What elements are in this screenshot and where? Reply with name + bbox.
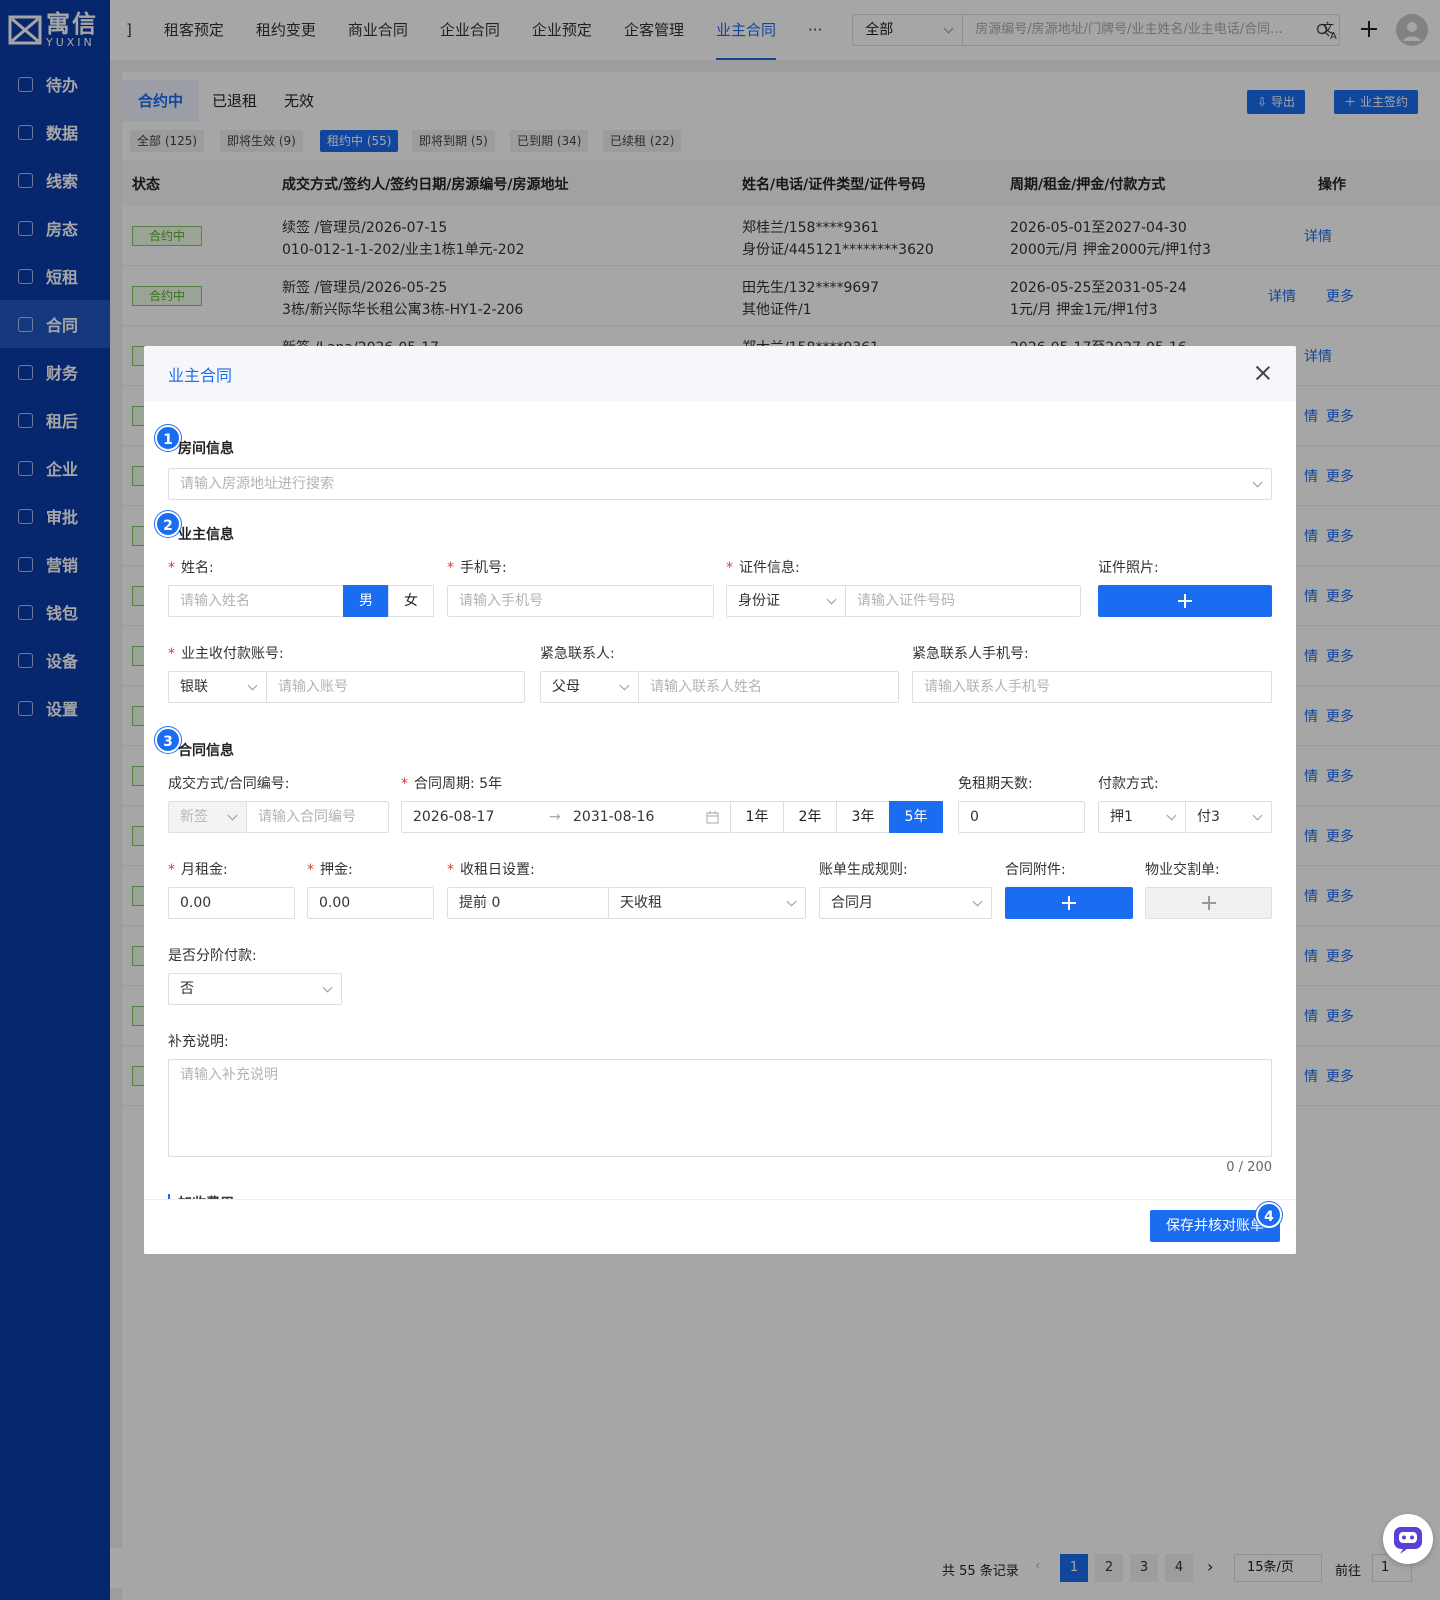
section-room-info: 房间信息 [178,441,234,457]
handover-label: 物业交割单: [1145,862,1220,878]
collect-mode-select[interactable]: 天收租 [608,887,806,919]
id-info-label: * 证件信息: [726,560,800,576]
end-date: 2031-08-16 [573,809,655,825]
modal-footer: 保存并核对账单 4 [144,1199,1296,1254]
id-photo-label: 证件照片: [1098,560,1159,576]
note-char-count: 0 / 200 [1226,1160,1272,1175]
id-photo-upload-button[interactable] [1098,585,1272,617]
monthly-rent-label: * 月租金: [168,862,228,878]
bill-rule-select[interactable]: 合同月 [819,887,992,919]
staged-payment-select[interactable]: 否 [168,973,342,1005]
pay-months-select[interactable]: 付3 [1185,801,1272,833]
contract-number-input[interactable]: 请输入合同编号 [246,801,389,833]
contract-date-range[interactable]: 2026-08-17 → 2031-08-16 [401,801,731,833]
room-address-search[interactable]: 请输入房源地址进行搜索 [168,468,1272,500]
emergency-relation-select[interactable]: 父母 [540,671,639,703]
account-type-select[interactable]: 银联 [168,671,267,703]
gender-female-button[interactable]: 女 [388,585,434,617]
attachment-label: 合同附件: [1005,862,1066,878]
calendar-icon [706,811,719,824]
section-owner-info: 业主信息 [178,527,234,543]
phone-input[interactable]: 请输入手机号 [447,585,714,617]
contract-period-label: * 合同周期: 5年 [401,776,503,792]
staged-payment-label: 是否分阶付款: [168,948,257,964]
collect-day-input[interactable]: 提前 0 [447,887,609,919]
bill-rule-label: 账单生成规则: [819,862,908,878]
account-label: * 业主收付款账号: [168,646,284,662]
emergency-phone-input[interactable]: 请输入联系人手机号 [912,671,1272,703]
deal-type-select: 新签 [168,801,247,833]
free-days-label: 免租期天数: [958,776,1033,792]
plus-icon [1062,896,1076,910]
deposit-input[interactable]: 0.00 [307,887,434,919]
emergency-contact-label: 紧急联系人: [540,646,615,662]
handover-upload-button[interactable] [1145,887,1272,919]
gender-male-button[interactable]: 男 [343,585,389,617]
emergency-phone-label: 紧急联系人手机号: [912,646,1029,662]
account-number-input[interactable]: 请输入账号 [266,671,525,703]
deposit-label: * 押金: [307,862,353,878]
phone-label: * 手机号: [447,560,507,576]
chatbot-icon [1394,1527,1422,1554]
step-badge-4: 4 [1256,1202,1282,1228]
arrow-right-icon: → [549,809,561,825]
payment-method-label: 付款方式: [1098,776,1159,792]
plus-icon [1201,896,1216,910]
period-3-button[interactable]: 3年 [836,801,890,833]
period-1-button[interactable]: 1年 [730,801,784,833]
monthly-rent-input[interactable]: 0.00 [168,887,295,919]
section-contract-info: 合同信息 [178,743,234,759]
note-label: 补充说明: [168,1034,229,1050]
modal-title: 业主合同 [168,365,233,385]
owner-name-input[interactable]: 请输入姓名 [168,585,344,617]
modal-header: 业主合同 [144,346,1296,401]
plus-icon [1178,594,1192,608]
collect-day-label: * 收租日设置: [447,862,535,878]
note-textarea[interactable]: 请输入补充说明 [168,1059,1272,1157]
id-type-select[interactable]: 身份证 [726,585,846,617]
close-icon[interactable] [1254,364,1272,382]
period-4-button[interactable]: 5年 [889,801,943,833]
deal-type-label: 成交方式/合同编号: [168,776,290,792]
start-date: 2026-08-17 [413,809,495,825]
chatbot-button[interactable] [1383,1514,1433,1564]
owner-contract-modal: 业主合同 1 房间信息 请输入房源地址进行搜索 2 业主信息 * 姓名: 请输入姓… [144,346,1296,1254]
id-number-input[interactable]: 请输入证件号码 [845,585,1081,617]
emergency-name-input[interactable]: 请输入联系人姓名 [638,671,899,703]
period-2-button[interactable]: 2年 [783,801,837,833]
deposit-months-select[interactable]: 押1 [1098,801,1186,833]
free-days-input[interactable]: 0 [958,801,1085,833]
owner-name-label: * 姓名: [168,560,214,576]
attachment-upload-button[interactable] [1005,887,1133,919]
